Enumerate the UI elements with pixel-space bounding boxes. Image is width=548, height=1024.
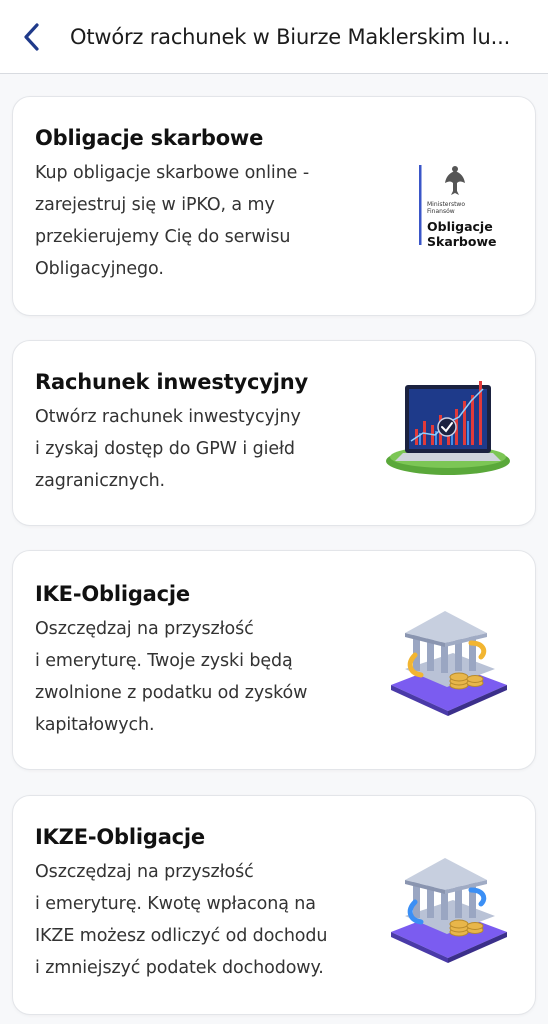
bank-coins-icon	[383, 850, 513, 965]
card-ike-obligacje[interactable]: IKE-Obligacje Oszczędzaj na przyszłość i…	[12, 550, 536, 770]
logo-text-skarbowe: Skarbowe	[427, 234, 497, 249]
card-title: IKE-Obligacje	[35, 582, 190, 606]
obligacje-skarbowe-logo: Ministerstwo Finansów Obligacje Skarbowe	[413, 161, 513, 251]
top-bar: Otwórz rachunek w Biurze Maklerskim lu..…	[0, 0, 548, 74]
bank-coins-icon	[383, 603, 513, 718]
card-description: Oszczędzaj na przyszłość i emeryturę. Tw…	[35, 619, 308, 735]
card-title: IKZE-Obligacje	[35, 825, 205, 849]
card-title: Rachunek inwestycyjny	[35, 370, 308, 394]
card-obligacje-skarbowe[interactable]: Obligacje skarbowe Kup obligacje skarbow…	[12, 96, 536, 316]
card-description: Otwórz rachunek inwestycyjny i zyskaj do…	[35, 407, 301, 491]
page-title: Otwórz rachunek w Biurze Maklerskim lu..…	[70, 24, 511, 49]
card-description: Kup obligacje skarbowe online - zarejest…	[35, 163, 310, 279]
card-title: Obligacje skarbowe	[35, 126, 264, 150]
logo-text-ministry: Ministerstwo	[427, 201, 466, 208]
logo-text-obligacje: Obligacje	[427, 219, 493, 234]
chevron-left-icon	[24, 22, 39, 51]
card-rachunek-inwestycyjny[interactable]: Rachunek inwestycyjny Otwórz rachunek in…	[12, 340, 536, 526]
card-ikze-obligacje[interactable]: IKZE-Obligacje Oszczędzaj na przyszłość …	[12, 795, 536, 1015]
logo-text-finansow: Finansów	[427, 208, 455, 215]
back-button[interactable]	[4, 0, 60, 74]
laptop-chart-icon	[383, 371, 513, 481]
card-description: Oszczędzaj na przyszłość i emeryturę. Kw…	[35, 862, 328, 978]
